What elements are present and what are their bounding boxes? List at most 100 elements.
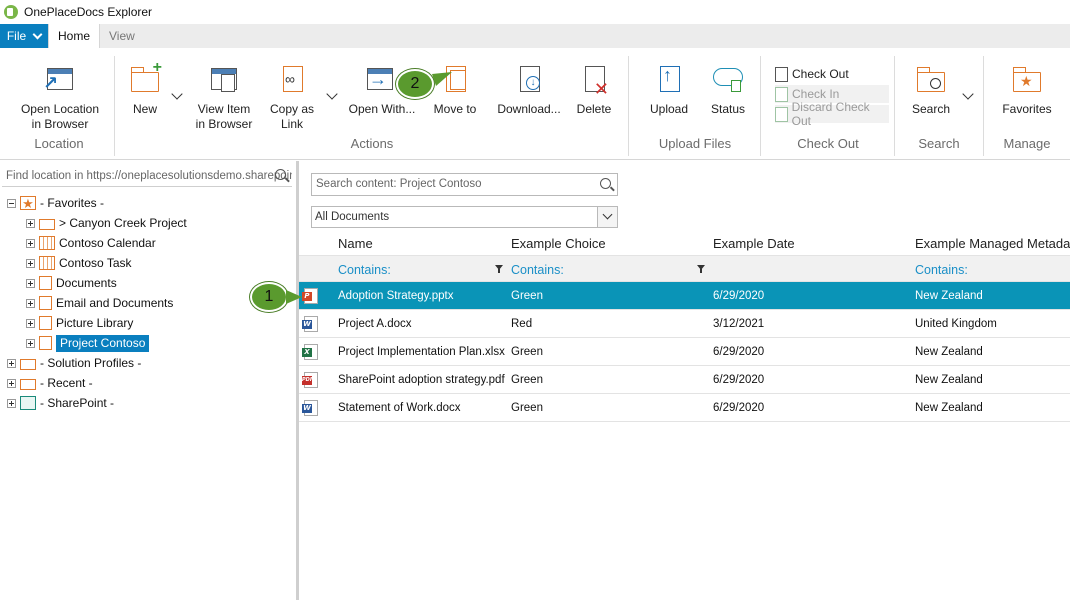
cell-managed: New Zealand xyxy=(915,402,983,414)
documents-grid: Name Example Choice Example Date Example… xyxy=(299,231,1070,422)
content-pane: Search content: Project Contoso All Docu… xyxy=(299,161,1070,600)
upload-icon: ↑ xyxy=(652,64,686,98)
expand-icon[interactable] xyxy=(26,218,35,228)
table-row[interactable]: PDF SharePoint adoption strategy.pdf Gre… xyxy=(299,366,1070,394)
cell-choice: Green xyxy=(511,346,543,358)
favorites-star-icon: ★ xyxy=(20,196,36,211)
search-dropdown-chevron-icon[interactable] xyxy=(962,88,974,100)
excel-file-icon: X xyxy=(302,344,318,360)
group-label-upload: Upload Files xyxy=(658,136,732,151)
filter-name[interactable]: Contains: xyxy=(338,263,391,277)
expand-icon[interactable] xyxy=(7,378,16,388)
tab-view[interactable]: View xyxy=(100,24,144,48)
discard-check-out-label: Discard Check Out xyxy=(791,100,870,128)
tree-node-contoso-task[interactable]: Contoso Task xyxy=(26,254,132,272)
table-row[interactable]: P Adoption Strategy.pptx Green 6/29/2020… xyxy=(299,282,1070,310)
search-content-input[interactable]: Search content: Project Contoso xyxy=(311,173,618,196)
tree-node-email-documents[interactable]: Email and Documents xyxy=(26,294,173,312)
callout-pointer-1 xyxy=(286,290,302,304)
ribbon-group-location: ↗ Open Location in Browser Location xyxy=(0,48,118,160)
view-item-in-browser-button[interactable]: View Item in Browser xyxy=(194,64,254,132)
favorites-button[interactable]: ★ Favorites xyxy=(1001,64,1053,117)
status-button[interactable]: Status xyxy=(708,64,748,117)
tree-node-solution-profiles[interactable]: - Solution Profiles - xyxy=(7,354,141,372)
callout-step-1: 1 xyxy=(250,282,288,312)
cell-name: Adoption Strategy.pptx xyxy=(338,290,454,302)
filter-choice[interactable]: Contains: xyxy=(511,263,564,277)
expand-icon[interactable] xyxy=(26,238,35,248)
column-header-name[interactable]: Name xyxy=(338,236,373,251)
tree-node-documents[interactable]: Documents xyxy=(26,274,117,292)
filter-funnel-icon[interactable] xyxy=(495,265,503,273)
upload-label: Upload xyxy=(649,102,689,116)
title-bar: OnePlaceDocs Explorer xyxy=(0,0,1070,24)
tree-label: Picture Library xyxy=(56,316,134,330)
column-header-choice[interactable]: Example Choice xyxy=(511,236,606,251)
tree-node-project-contoso[interactable]: Project Contoso xyxy=(26,334,150,352)
cell-choice: Red xyxy=(511,318,533,330)
file-menu-button[interactable]: File xyxy=(0,24,48,48)
column-header-managed[interactable]: Example Managed Metada xyxy=(915,236,1070,251)
tree-node-favorites[interactable]: ★ - Favorites - xyxy=(7,194,104,212)
expand-icon[interactable] xyxy=(7,358,16,368)
group-label-manage: Manage xyxy=(1003,136,1051,151)
new-button[interactable]: + New xyxy=(126,60,164,117)
ribbon-separator xyxy=(894,56,895,156)
cell-name: Statement of Work.docx xyxy=(338,402,461,414)
view-dropdown[interactable]: All Documents xyxy=(311,206,618,228)
expand-icon[interactable] xyxy=(26,258,35,268)
new-dropdown-chevron-icon[interactable] xyxy=(171,88,183,100)
delete-button[interactable]: ✕ Delete xyxy=(574,64,614,117)
tree-node-contoso-calendar[interactable]: Contoso Calendar xyxy=(26,234,156,252)
tree-node-picture-library[interactable]: Picture Library xyxy=(26,314,133,332)
cell-managed: New Zealand xyxy=(915,346,983,358)
collapse-icon[interactable] xyxy=(7,198,16,208)
check-out-icon xyxy=(775,66,788,82)
table-row[interactable]: W Statement of Work.docx Green 6/29/2020… xyxy=(299,394,1070,422)
tree-node-sharepoint[interactable]: - SharePoint - xyxy=(7,394,114,412)
upload-button[interactable]: ↑ Upload xyxy=(648,64,690,117)
tree-label: Contoso Task xyxy=(59,256,132,270)
check-out-button[interactable]: Check Out xyxy=(775,65,849,83)
expand-icon[interactable] xyxy=(26,338,35,348)
copy-dropdown-chevron-icon[interactable] xyxy=(326,88,338,100)
copy-link-label: Copy as Link xyxy=(269,102,315,131)
expand-icon[interactable] xyxy=(26,298,35,308)
open-location-in-browser-button[interactable]: ↗ Open Location in Browser xyxy=(20,64,100,132)
library-icon xyxy=(39,276,52,290)
library-icon xyxy=(39,316,52,330)
expand-icon[interactable] xyxy=(26,278,35,288)
table-row[interactable]: X Project Implementation Plan.xlsx Green… xyxy=(299,338,1070,366)
search-icon[interactable] xyxy=(275,169,286,180)
chevron-down-icon[interactable] xyxy=(597,207,617,227)
tree-label: - Recent - xyxy=(40,376,93,390)
cell-choice: Green xyxy=(511,290,543,302)
folder-icon xyxy=(39,218,55,230)
column-header-date[interactable]: Example Date xyxy=(713,236,795,251)
view-item-label: View Item in Browser xyxy=(195,102,253,131)
filter-managed[interactable]: Contains: xyxy=(915,263,968,277)
copy-as-link-button[interactable]: ∞ Copy as Link xyxy=(268,64,316,132)
tree-node-recent[interactable]: - Recent - xyxy=(7,374,93,392)
app-logo-icon xyxy=(4,5,18,19)
filter-funnel-icon[interactable] xyxy=(697,265,705,273)
expand-icon[interactable] xyxy=(7,398,16,408)
tab-home[interactable]: Home xyxy=(48,24,101,48)
tree-label: Contoso Calendar xyxy=(59,236,156,250)
find-location-input[interactable]: Find location in https://oneplacesolutio… xyxy=(2,165,292,187)
callout-pointer-2 xyxy=(432,72,452,86)
search-button[interactable]: Search xyxy=(910,64,952,117)
table-row[interactable]: W Project A.docx Red 3/12/2021 United Ki… xyxy=(299,310,1070,338)
cell-managed: United Kingdom xyxy=(915,318,997,330)
cell-name: Project A.docx xyxy=(338,318,412,330)
tree-label: - SharePoint - xyxy=(40,396,115,410)
navigation-pane: Find location in https://oneplacesolutio… xyxy=(0,161,296,600)
group-label-checkout: Check Out xyxy=(797,136,859,151)
discard-check-out-button[interactable]: Discard Check Out xyxy=(775,100,889,128)
tree-label: > Canyon Creek Project xyxy=(59,216,187,230)
expand-icon[interactable] xyxy=(26,318,35,328)
delete-label: Delete xyxy=(576,102,612,116)
search-icon[interactable] xyxy=(600,178,611,189)
download-button[interactable]: ↓ Download... xyxy=(496,64,562,117)
tree-node-canyon-creek[interactable]: > Canyon Creek Project xyxy=(26,214,187,232)
